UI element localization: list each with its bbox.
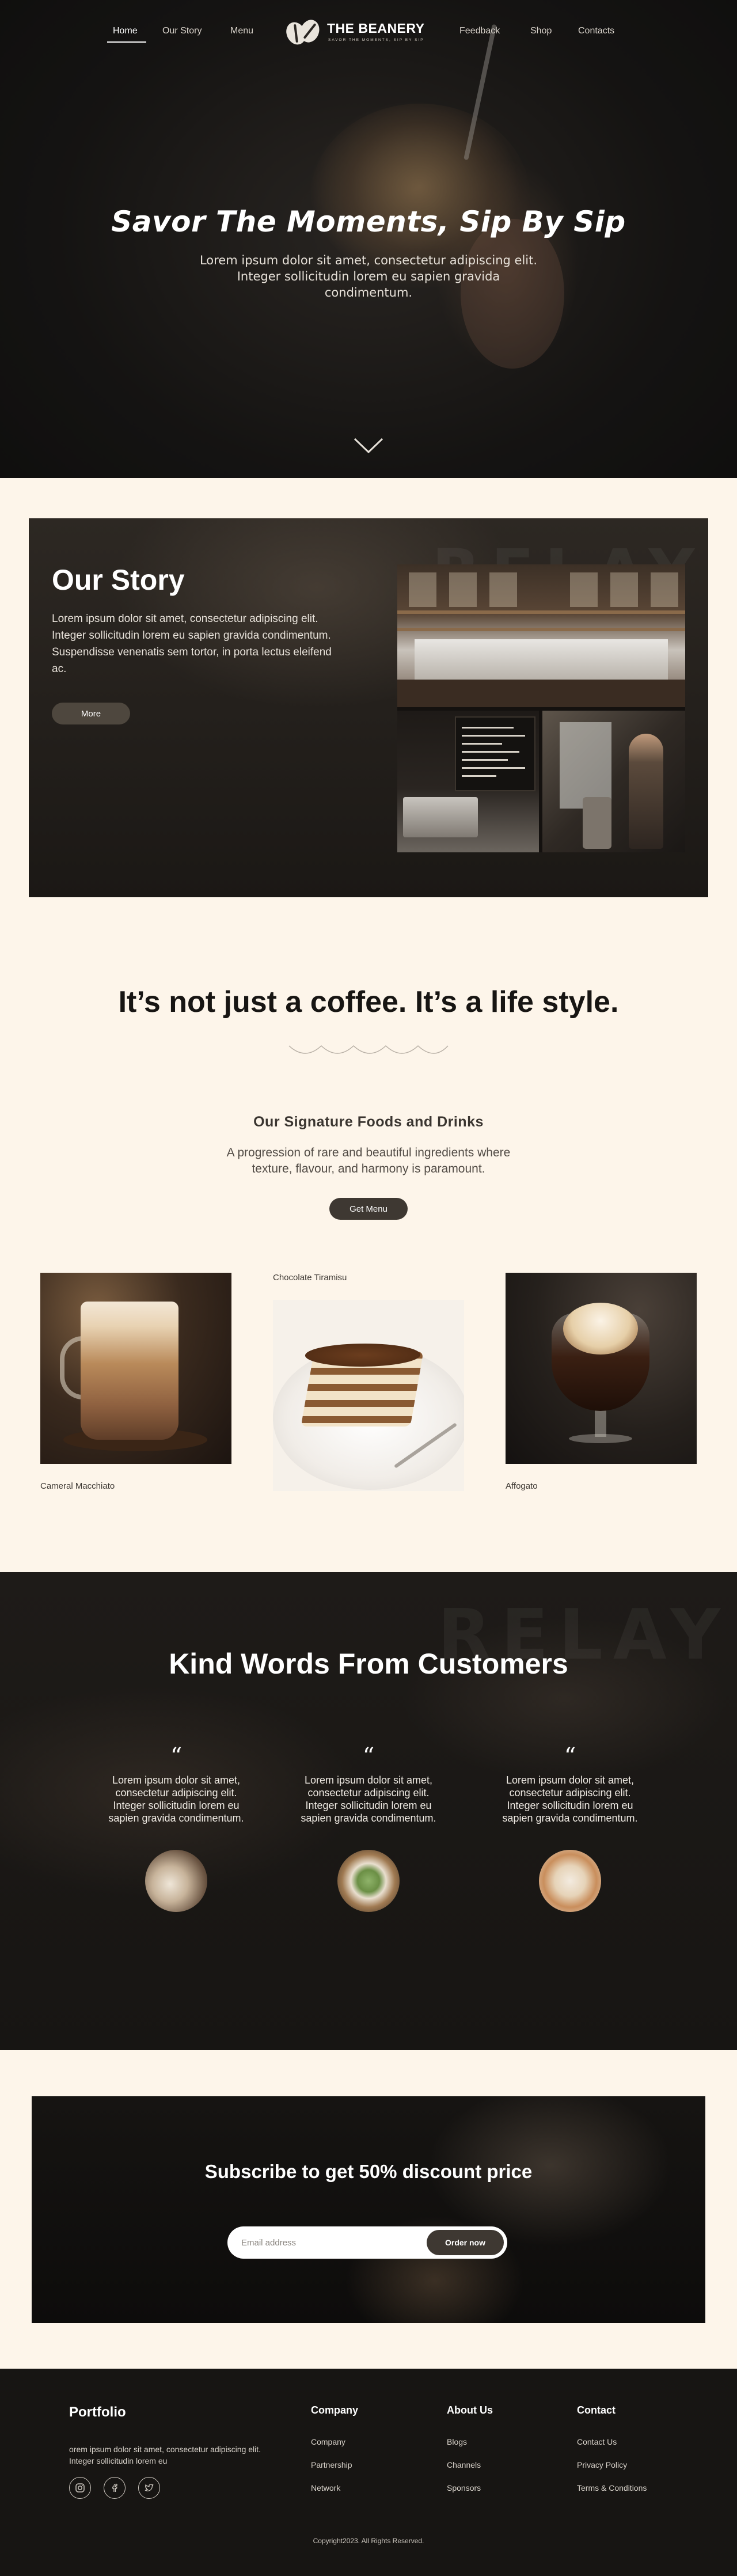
footer-column-title: About Us	[447, 2404, 493, 2416]
chevron-down-icon[interactable]	[353, 437, 384, 455]
food-card-affogato[interactable]: Affogato	[506, 1273, 697, 1491]
coffee-beans-icon	[283, 17, 322, 48]
customer-avatar	[539, 1850, 601, 1912]
footer-link[interactable]: Partnership	[311, 2460, 358, 2483]
footer-column-title: Company	[311, 2404, 359, 2416]
hero-overlay	[0, 0, 737, 478]
subscribe-banner: Subscribe to get 50% discount price Orde…	[32, 2096, 705, 2323]
customer-avatar	[145, 1850, 207, 1912]
cafe-interior-photo	[397, 564, 685, 707]
food-label: Chocolate Tiramisu	[273, 1273, 347, 1283]
lifestyle-headline: It’s not just a coffee. It’s a life styl…	[118, 985, 619, 1019]
brand-logo[interactable]: THE BEANERY SAVOR THE MOMENTS, SIP BY SI…	[283, 17, 430, 48]
brand-tagline: SAVOR THE MOMENTS, SIP BY SIP	[328, 38, 424, 42]
testimonials-title: Kind Words From Customers	[169, 1648, 568, 1680]
review-text: Lorem ipsum dolor sit amet, consectetur …	[502, 1774, 638, 1824]
subscribe-form: Order now	[227, 2226, 507, 2259]
facebook-icon[interactable]	[104, 2477, 126, 2499]
footer-link[interactable]: Network	[311, 2483, 358, 2506]
food-card-tiramisu[interactable]: Chocolate Tiramisu	[273, 1273, 464, 1491]
footer-link[interactable]: Channels	[447, 2460, 493, 2483]
affogato-image	[506, 1273, 697, 1464]
brand-name: THE BEANERY	[327, 21, 425, 36]
quote-icon: “	[170, 1743, 183, 1770]
signature-section: It’s not just a coffee. It’s a life styl…	[0, 927, 737, 1572]
coffee-machine-photo	[397, 711, 539, 852]
nav-active-underline	[107, 41, 146, 43]
subscribe-title: Subscribe to get 50% discount price	[204, 2161, 533, 2182]
footer-link[interactable]: Terms & Conditions	[577, 2483, 647, 2506]
order-now-button[interactable]: Order now	[427, 2230, 504, 2255]
nav-home[interactable]: Home	[113, 26, 138, 36]
footer-brand[interactable]: Portfolio	[69, 2404, 126, 2421]
footer-link[interactable]: Blogs	[447, 2437, 493, 2460]
story-card: RELAY Our Story Lorem ipsum dolor sit am…	[29, 518, 708, 897]
nav-feedback[interactable]: Feedback	[459, 26, 500, 36]
review-card: “ Lorem ipsum dolor sit amet, consectetu…	[291, 1745, 446, 1912]
footer-link[interactable]: Contact Us	[577, 2437, 647, 2460]
footer-link[interactable]: Sponsors	[447, 2483, 493, 2506]
footer-about: orem ipsum dolor sit amet, consectetur a…	[69, 2445, 261, 2465]
footer-column-contact: Contact Contact Us Privacy Policy Terms …	[577, 2404, 647, 2506]
review-text: Lorem ipsum dolor sit amet, consectetur …	[301, 1774, 436, 1824]
food-label: Cameral Macchiato	[40, 1481, 115, 1491]
footer-column-title: Contact	[577, 2404, 616, 2416]
get-menu-button[interactable]: Get Menu	[329, 1198, 408, 1220]
barista-photo	[542, 711, 685, 852]
instagram-icon[interactable]	[69, 2477, 91, 2499]
footer-link[interactable]: Company	[311, 2437, 358, 2460]
review-card: “ Lorem ipsum dolor sit amet, consectetu…	[492, 1745, 648, 1912]
signature-subtitle: A progression of rare and beautiful ingr…	[226, 1146, 511, 1175]
nav-menu[interactable]: Menu	[230, 26, 253, 36]
hero-subtitle: Lorem ipsum dolor sit amet, consectetur …	[199, 253, 538, 299]
signature-title: Our Signature Foods and Drinks	[253, 1114, 484, 1130]
testimonials-section: RELAY Kind Words From Customers “ Lorem …	[0, 1572, 737, 2050]
review-card: “ Lorem ipsum dolor sit amet, consectetu…	[98, 1745, 254, 1912]
review-text: Lorem ipsum dolor sit amet, consectetur …	[108, 1774, 244, 1824]
quote-icon: “	[564, 1743, 576, 1770]
cafe-photo-collage	[397, 564, 685, 852]
copyright-text: Copyright2023. All Rights Reserved.	[313, 2537, 424, 2545]
footer: Portfolio orem ipsum dolor sit amet, con…	[0, 2369, 737, 2576]
nav-our-story[interactable]: Our Story	[162, 26, 202, 36]
macchiato-image	[40, 1273, 231, 1464]
footer-column-about: About Us Blogs Channels Sponsors	[447, 2404, 493, 2506]
quote-icon: “	[362, 1743, 375, 1770]
footer-link[interactable]: Privacy Policy	[577, 2460, 647, 2483]
nav-contacts[interactable]: Contacts	[578, 26, 614, 36]
customer-avatar	[337, 1850, 400, 1912]
hero-title: Savor The Moments, Sip By Sip	[111, 205, 626, 238]
nav-shop[interactable]: Shop	[530, 26, 552, 36]
more-button[interactable]: More	[52, 703, 130, 724]
tiramisu-image	[273, 1300, 464, 1491]
food-card-macchiato[interactable]: Cameral Macchiato	[40, 1273, 231, 1491]
twitter-icon[interactable]	[138, 2477, 160, 2499]
wave-divider-icon	[288, 1045, 449, 1054]
story-title: Our Story	[52, 564, 185, 596]
footer-column-company: Company Company Partnership Network	[311, 2404, 358, 2506]
subscribe-section: Subscribe to get 50% discount price Orde…	[0, 2050, 737, 2369]
email-input[interactable]	[241, 2235, 414, 2250]
hero-section: Home Our Story Menu THE BEANERY SAVOR TH…	[0, 0, 737, 478]
story-section: RELAY Our Story Lorem ipsum dolor sit am…	[0, 478, 737, 927]
story-body: Lorem ipsum dolor sit amet, consectetur …	[52, 613, 332, 675]
main-nav: Home Our Story Menu THE BEANERY SAVOR TH…	[0, 0, 737, 63]
food-label: Affogato	[506, 1481, 538, 1491]
